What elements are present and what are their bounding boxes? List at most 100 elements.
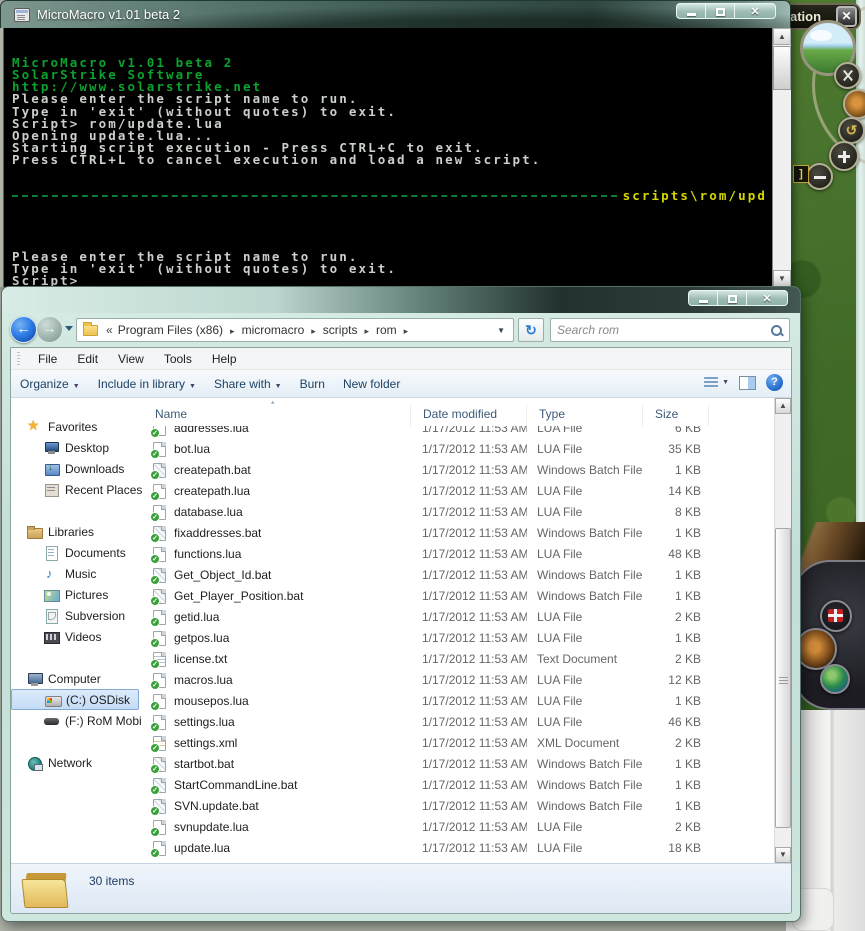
new-folder-button[interactable]: New folder <box>334 373 409 395</box>
maximize-button[interactable] <box>705 3 734 19</box>
scrollbar-thumb[interactable] <box>773 46 791 90</box>
sidebar-item-rom-drive[interactable]: (F:) RoM Mobi <box>11 710 143 731</box>
table-row[interactable]: Get_Player_Position.bat 1/17/2012 11:53 … <box>143 586 774 607</box>
refresh-button[interactable] <box>518 318 544 342</box>
table-row[interactable]: update.lua 1/17/2012 11:53 AM LUA File 1… <box>143 838 774 859</box>
zoom-out-button[interactable] <box>806 163 833 190</box>
include-in-library-button[interactable]: Include in library <box>89 373 205 395</box>
chevron-right-icon[interactable] <box>359 326 374 336</box>
scroll-down-icon[interactable] <box>775 847 791 863</box>
table-row[interactable]: Get_Object_Id.bat 1/17/2012 11:53 AM Win… <box>143 565 774 586</box>
sidebar-item-network[interactable]: Network <box>11 752 143 773</box>
search-input[interactable]: Search rom <box>550 318 790 342</box>
table-row[interactable]: createpath.bat 1/17/2012 11:53 AM Window… <box>143 460 774 481</box>
scrollbar-thumb[interactable] <box>775 528 791 828</box>
minimap-rotate-icon[interactable] <box>838 117 865 144</box>
console-scrollbar[interactable] <box>772 28 791 287</box>
forward-button[interactable] <box>36 316 63 343</box>
chevron-right-icon[interactable] <box>399 326 414 336</box>
sidebar-item-videos[interactable]: Videos <box>11 626 143 647</box>
table-row[interactable]: settings.lua 1/17/2012 11:53 AM LUA File… <box>143 712 774 733</box>
file-list-body: addresses.lua 1/17/2012 11:53 AM LUA Fil… <box>143 426 774 863</box>
preview-pane-button[interactable] <box>739 376 756 390</box>
table-row[interactable]: startbot.bat 1/17/2012 11:53 AM Windows … <box>143 754 774 775</box>
history-dropdown-icon[interactable] <box>65 326 73 331</box>
bag-icon[interactable] <box>843 89 865 119</box>
list-scrollbar[interactable] <box>774 398 791 863</box>
column-header-name[interactable]: Name <box>143 405 411 426</box>
explorer-titlebar[interactable] <box>2 287 800 313</box>
chevron-right-icon[interactable] <box>306 326 321 336</box>
sidebar-item-music[interactable]: Music <box>11 563 143 584</box>
gift-button[interactable] <box>820 600 852 632</box>
console-titlebar[interactable]: MicroMacro v1.01 beta 2 <box>0 0 791 28</box>
table-row[interactable]: fixaddresses.bat 1/17/2012 11:53 AM Wind… <box>143 523 774 544</box>
column-header-type[interactable]: Type <box>527 405 643 426</box>
table-row[interactable]: StartCommandLine.bat 1/17/2012 11:53 AM … <box>143 775 774 796</box>
sidebar-item-favorites[interactable]: Favorites <box>11 416 143 437</box>
table-row[interactable]: macros.lua 1/17/2012 11:53 AM LUA File 1… <box>143 670 774 691</box>
sidebar-item-subversion[interactable]: Subversion <box>11 605 143 626</box>
scroll-down-icon[interactable] <box>773 270 791 287</box>
file-size: 2 KB <box>643 607 701 628</box>
chevron-right-icon[interactable] <box>225 326 240 336</box>
file-date: 1/17/2012 11:53 AM <box>411 628 527 649</box>
share-with-button[interactable]: Share with <box>205 373 291 395</box>
world-button[interactable] <box>820 664 850 694</box>
table-row[interactable]: getpos.lua 1/17/2012 11:53 AM LUA File 1… <box>143 628 774 649</box>
sidebar-item-computer[interactable]: Computer <box>11 668 143 689</box>
table-row[interactable]: settings.xml 1/17/2012 11:53 AM XML Docu… <box>143 733 774 754</box>
breadcrumb-overflow[interactable]: « <box>103 323 116 337</box>
column-header-date-modified[interactable]: Date modified <box>411 405 527 426</box>
sidebar-item-downloads[interactable]: Downloads <box>11 458 143 479</box>
table-row[interactable]: bot.lua 1/17/2012 11:53 AM LUA File 35 K… <box>143 439 774 460</box>
scroll-up-icon[interactable] <box>775 398 791 414</box>
table-row[interactable]: SVN.update.bat 1/17/2012 11:53 AM Window… <box>143 796 774 817</box>
sidebar-item-recent-places[interactable]: Recent Places <box>11 479 143 500</box>
file-name-cell: getpos.lua <box>143 628 411 649</box>
table-row[interactable]: database.lua 1/17/2012 11:53 AM LUA File… <box>143 502 774 523</box>
menu-file[interactable]: File <box>28 350 67 368</box>
sidebar-item-desktop[interactable]: Desktop <box>11 437 143 458</box>
file-name-cell: license.txt <box>143 649 411 670</box>
pvp-swords-icon[interactable] <box>834 62 861 89</box>
address-dropdown-icon[interactable] <box>493 326 509 335</box>
menu-view[interactable]: View <box>108 350 154 368</box>
menu-help[interactable]: Help <box>202 350 247 368</box>
table-row[interactable]: svnupdate.lua 1/17/2012 11:53 AM LUA Fil… <box>143 817 774 838</box>
minimize-button[interactable] <box>676 3 705 19</box>
breadcrumb-segment[interactable]: rom <box>374 321 399 339</box>
maximize-button[interactable] <box>717 290 746 306</box>
back-button[interactable] <box>10 316 37 343</box>
address-bar[interactable]: « Program Files (x86) micromacro scripts ro… <box>76 318 514 342</box>
documents-icon <box>44 546 59 560</box>
search-icon[interactable] <box>770 324 783 337</box>
minimize-button[interactable] <box>688 290 717 306</box>
column-header-size[interactable]: Size <box>643 405 709 426</box>
sidebar-item-libraries[interactable]: Libraries <box>11 521 143 542</box>
burn-button[interactable]: Burn <box>291 373 334 395</box>
views-button[interactable] <box>704 377 729 389</box>
table-row[interactable]: addresses.lua 1/17/2012 11:53 AM LUA Fil… <box>143 426 774 439</box>
menu-edit[interactable]: Edit <box>67 350 108 368</box>
sidebar-item-pictures[interactable]: Pictures <box>11 584 143 605</box>
close-button[interactable] <box>734 3 776 19</box>
sidebar-item-osdisk[interactable]: (C:) OSDisk <box>11 689 139 710</box>
table-row[interactable]: mousepos.lua 1/17/2012 11:53 AM LUA File… <box>143 691 774 712</box>
table-row[interactable]: createpath.lua 1/17/2012 11:53 AM LUA Fi… <box>143 481 774 502</box>
zoom-in-button[interactable] <box>829 141 859 171</box>
breadcrumb-segment[interactable]: micromacro <box>240 321 307 339</box>
organize-button[interactable]: Organize <box>11 373 89 395</box>
table-row[interactable]: license.txt 1/17/2012 11:53 AM Text Docu… <box>143 649 774 670</box>
help-button[interactable] <box>766 374 783 391</box>
folder-icon <box>23 869 71 909</box>
table-row[interactable]: functions.lua 1/17/2012 11:53 AM LUA Fil… <box>143 544 774 565</box>
table-row[interactable]: getid.lua 1/17/2012 11:53 AM LUA File 2 … <box>143 607 774 628</box>
file-list: Name Date modified Type Size addresses.l… <box>143 398 791 863</box>
sidebar-item-documents[interactable]: Documents <box>11 542 143 563</box>
close-button[interactable] <box>746 290 788 306</box>
scroll-up-icon[interactable] <box>773 28 791 45</box>
breadcrumb-segment[interactable]: Program Files (x86) <box>116 321 225 339</box>
breadcrumb-segment[interactable]: scripts <box>321 321 360 339</box>
menu-tools[interactable]: Tools <box>154 350 202 368</box>
